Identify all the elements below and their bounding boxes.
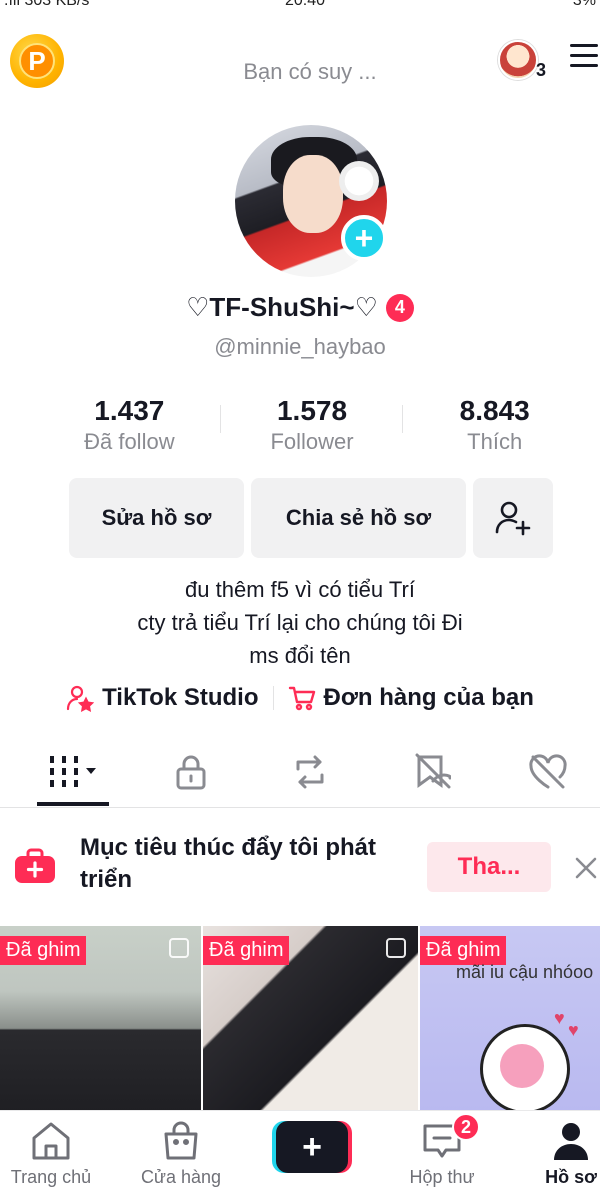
repost-icon (296, 755, 324, 789)
nav-shop[interactable]: Cửa hàng (126, 1119, 236, 1188)
divider (272, 686, 274, 710)
add-friend-button[interactable] (473, 478, 553, 558)
video-thumbnail[interactable]: Đã ghim mãi iu cậu nhóoo ♥ ♥ (420, 926, 600, 1112)
bio-line: ms đổi tên (249, 643, 351, 668)
stats-row: 1.437 Đã follow 1.578 Follower 8.843 Thí… (38, 395, 586, 455)
home-icon (32, 1122, 70, 1160)
grid-icon (50, 756, 96, 787)
friends-count: 3 (536, 60, 547, 80)
video-thumbnail[interactable]: Đã ghim (0, 926, 201, 1112)
add-avatar-button[interactable]: + (341, 215, 387, 261)
orders-label: Đơn hàng của bạn (323, 684, 534, 711)
stat-label: Thích (467, 429, 523, 454)
network-speed: .ıll 303 KB/s (4, 0, 90, 9)
edit-profile-button[interactable]: Sửa hồ sơ (69, 478, 244, 558)
stat-following[interactable]: 1.437 Đã follow (38, 395, 221, 455)
select-checkbox[interactable] (386, 938, 406, 958)
tab-liked[interactable] (518, 750, 578, 794)
nav-label: Hồ sơ (545, 1167, 597, 1187)
plus-icon: + (276, 1121, 348, 1173)
stat-value: 1.578 (276, 395, 348, 426)
nav-label: Cửa hàng (140, 1167, 222, 1187)
menu-icon[interactable] (570, 44, 598, 70)
bio: đu thêm f5 vì có tiểu Trí cty trả tiểu T… (60, 573, 540, 672)
inbox-badge: 2 (452, 1113, 480, 1141)
coins-button[interactable]: P (10, 34, 64, 88)
bookmark-hidden-icon (415, 753, 451, 789)
content-tabs (0, 740, 600, 808)
pinned-badge: Đã ghim (203, 936, 290, 965)
display-name: ♡TF-ShuShi~♡ (186, 292, 378, 322)
profile-links: TikTok Studio Đơn hàng của bạn (0, 684, 600, 712)
select-checkbox[interactable] (169, 938, 189, 958)
cartoon-blush (500, 1044, 544, 1088)
stat-value: 8.843 (459, 395, 530, 426)
name-row: ♡TF-ShuShi~♡ 4 (0, 292, 600, 323)
heart-icon: ♥ (568, 1020, 579, 1040)
goal-action-button[interactable]: Tha... (427, 842, 551, 892)
divider (402, 405, 403, 433)
lock-icon (176, 755, 206, 790)
goal-banner: Mục tiêu thúc đẩy tôi phát triển Tha... (0, 820, 600, 916)
share-profile-button[interactable]: Chia sẻ hồ sơ (251, 478, 466, 558)
heart-hidden-icon (529, 754, 567, 789)
nav-label: Trang chủ (10, 1167, 92, 1187)
status-bar: .ıll 303 KB/s 20:40 3% (0, 0, 600, 10)
username: @minnie_haybao (214, 334, 386, 359)
clock: 20:40 (285, 0, 326, 9)
coin-icon: P (19, 43, 55, 79)
add-user-icon (495, 501, 531, 536)
briefcase-plus-icon (15, 848, 55, 883)
studio-label: TikTok Studio (102, 684, 259, 711)
friends-avatar[interactable] (498, 40, 538, 80)
cart-icon (288, 686, 315, 711)
person-icon (554, 1123, 588, 1160)
stat-followers[interactable]: 1.578 Follower (221, 395, 404, 455)
stat-label: Đã follow (84, 429, 175, 454)
video-grid: Đã ghim Đã ghim Đã ghim mãi iu cậu nhóoo… (0, 926, 600, 1112)
studio-icon (66, 685, 95, 712)
battery-level: 3% (572, 0, 596, 9)
goal-text: Mục tiêu thúc đẩy tôi phát triển (80, 834, 377, 893)
stat-label: Follower (270, 429, 354, 454)
tab-reposts[interactable] (280, 750, 340, 794)
shopping-bag-icon (164, 1121, 198, 1160)
bio-line: đu thêm f5 vì có tiểu Trí (185, 577, 415, 602)
tab-private[interactable] (161, 750, 221, 794)
heart-icon: ♥ (554, 1008, 565, 1028)
divider (220, 405, 221, 433)
stat-value: 1.437 (94, 395, 165, 426)
name-badge[interactable]: 4 (385, 293, 414, 322)
tab-favorites[interactable] (402, 750, 462, 794)
stat-likes[interactable]: 8.843 Thích (403, 395, 586, 455)
suggest-accounts-label[interactable]: Bạn có suy ... (240, 58, 380, 86)
orders-link[interactable]: Đơn hàng của bạn (288, 684, 534, 712)
pinned-badge: Đã ghim (0, 936, 87, 965)
bottom-nav: Trang chủ Cửa hàng + Hộp thư 2 Hồ sơ (0, 1110, 600, 1200)
thumbnail-caption: mãi iu cậu nhóoo (456, 962, 594, 982)
nav-home[interactable]: Trang chủ (0, 1119, 106, 1188)
nav-inbox[interactable]: Hộp thư (387, 1119, 497, 1188)
video-thumbnail[interactable]: Đã ghim (203, 926, 418, 1112)
active-tab-indicator (37, 802, 109, 806)
pinned-badge: Đã ghim (420, 936, 507, 965)
bio-line: cty trả tiểu Trí lại cho chúng tôi Đi (137, 610, 463, 635)
nav-profile[interactable]: Hồ sơ (516, 1119, 600, 1188)
nav-label: Hộp thư (409, 1167, 475, 1187)
close-icon[interactable] (572, 854, 600, 882)
create-button[interactable]: + (272, 1121, 352, 1173)
tiktok-studio-link[interactable]: TikTok Studio (66, 684, 259, 712)
tab-videos[interactable] (45, 750, 105, 794)
